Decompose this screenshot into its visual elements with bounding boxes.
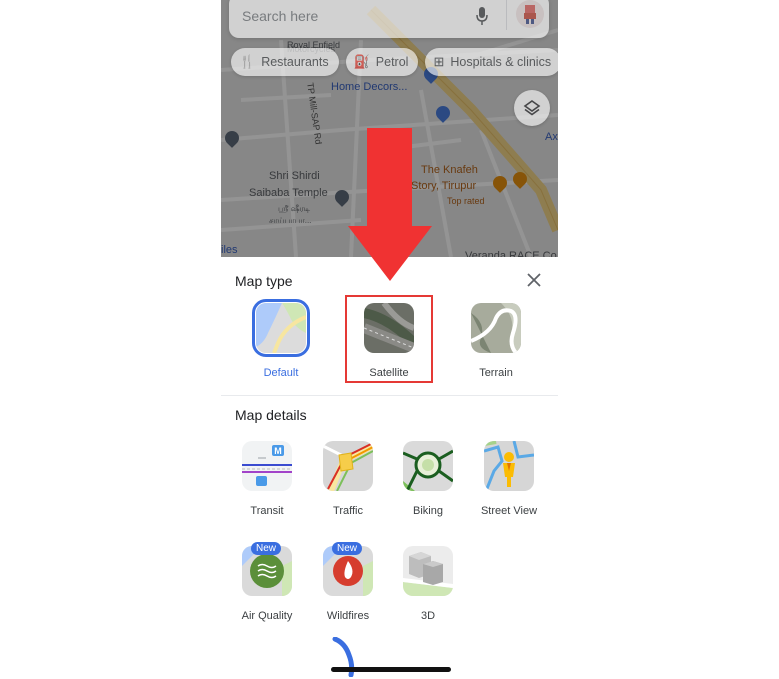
avatar[interactable] <box>516 0 544 28</box>
annotation-highlight-satellite <box>345 295 433 383</box>
search-bar[interactable]: Search here <box>229 0 549 38</box>
layers-button[interactable] <box>514 90 550 126</box>
traffic-thumbnail <box>323 441 373 491</box>
detail-street-view[interactable]: Street View <box>469 441 549 517</box>
transit-thumbnail: M <box>242 441 292 491</box>
detail-label: 3D <box>420 610 436 622</box>
restaurant-icon: 🍴 <box>239 54 256 69</box>
biking-thumbnail <box>403 441 453 491</box>
detail-label: Wildfires <box>326 610 370 622</box>
map-type-default[interactable]: Default <box>241 299 321 379</box>
layers-icon <box>523 100 541 116</box>
chip-label: Petrol <box>375 55 409 69</box>
chip-label: Hospitals & clinics <box>450 55 552 69</box>
category-chips: 🍴 Restaurants ⛽ Petrol ⊞ Hospitals & cli… <box>231 48 558 76</box>
detail-label: Air Quality <box>241 610 293 622</box>
default-thumbnail <box>252 299 310 357</box>
detail-label: Traffic <box>333 505 363 517</box>
biking-icon <box>403 441 453 491</box>
detail-3d[interactable]: 3D <box>388 546 468 622</box>
home-indicator[interactable] <box>331 667 451 672</box>
terrain-map-icon <box>471 303 521 353</box>
3d-thumbnail <box>403 546 453 596</box>
map-details-title: Map details <box>235 407 307 423</box>
map-type-title: Map type <box>235 273 293 289</box>
close-icon[interactable] <box>525 271 543 289</box>
new-badge: New <box>251 542 282 555</box>
chip-label: Restaurants <box>261 55 329 69</box>
chip-hospitals[interactable]: ⊞ Hospitals & clinics <box>425 48 558 76</box>
detail-wildfires[interactable]: New Wildfires <box>308 542 388 622</box>
detail-biking[interactable]: Biking <box>388 441 468 517</box>
gas-station-icon: ⛽ <box>353 54 370 69</box>
traffic-icon <box>323 441 373 491</box>
chip-petrol[interactable]: ⛽ Petrol <box>345 48 419 76</box>
detail-traffic[interactable]: Traffic <box>308 441 388 517</box>
detail-label: Street View <box>480 505 538 517</box>
transit-icon: M <box>242 441 292 491</box>
chip-restaurants[interactable]: 🍴 Restaurants <box>231 48 339 76</box>
annotation-arrow-down <box>348 128 432 281</box>
map-type-label: Terrain <box>479 367 513 379</box>
terrain-thumbnail <box>471 303 521 353</box>
detail-air-quality[interactable]: New Air Quality <box>227 542 307 622</box>
avatar-image <box>524 5 536 24</box>
3d-buildings-icon <box>403 546 453 596</box>
detail-label: Biking <box>413 505 443 517</box>
search-divider <box>506 0 507 30</box>
svg-text:M: M <box>274 446 282 456</box>
hospital-icon: ⊞ <box>433 54 445 69</box>
section-divider <box>221 395 558 396</box>
street-view-thumbnail <box>484 441 534 491</box>
new-badge: New <box>332 542 363 555</box>
microphone-icon[interactable] <box>476 7 488 25</box>
detail-label: Transit <box>250 505 284 517</box>
street-view-icon <box>484 441 534 491</box>
map-type-terrain[interactable]: Terrain <box>456 303 536 379</box>
detail-transit[interactable]: M Transit <box>227 441 307 517</box>
search-input[interactable]: Search here <box>242 8 318 24</box>
map-type-label: Default <box>263 367 299 379</box>
default-map-icon <box>256 303 306 353</box>
